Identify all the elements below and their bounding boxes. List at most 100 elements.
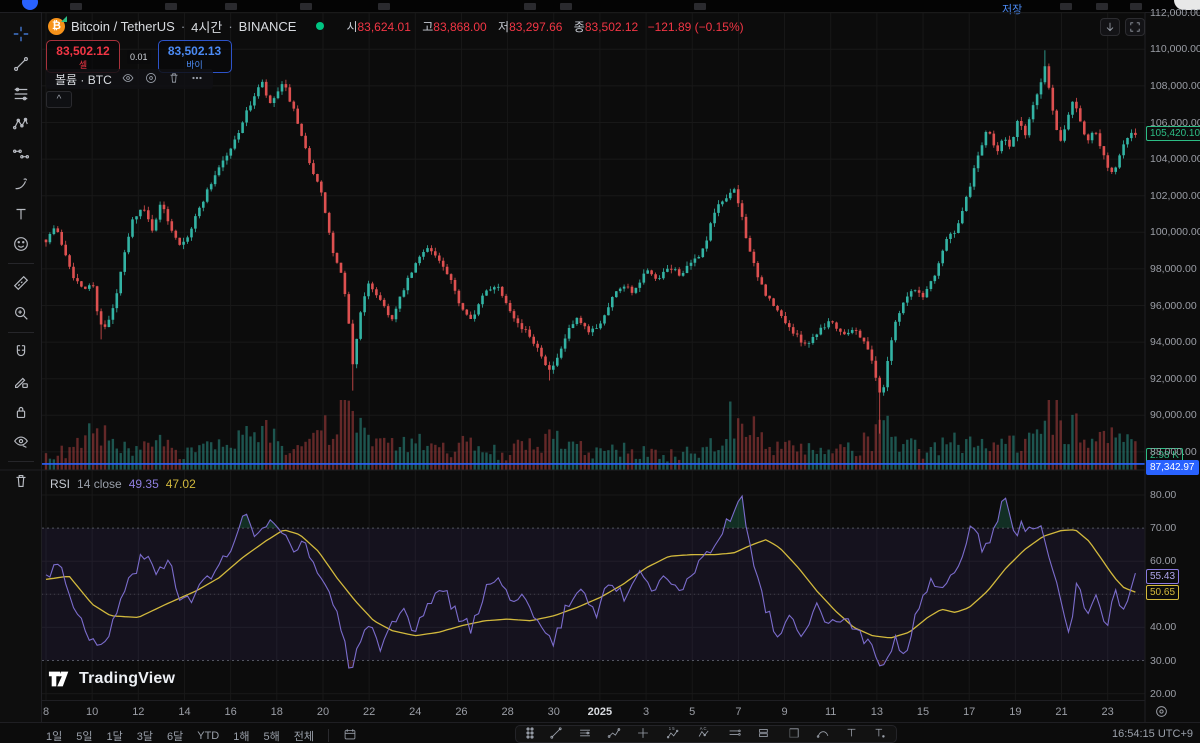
emoji-icon[interactable] bbox=[4, 229, 38, 259]
indicators-icon[interactable] bbox=[378, 3, 390, 10]
collapse-legend-button[interactable]: ^ bbox=[46, 91, 72, 108]
tradingview-brand-text: TradingView bbox=[79, 670, 175, 688]
crosshair-icon[interactable] bbox=[4, 19, 38, 49]
symbol-title[interactable]: Bitcoin / TetherUS bbox=[71, 19, 175, 34]
eye-icon[interactable] bbox=[121, 71, 135, 88]
zoom-in-icon[interactable] bbox=[4, 298, 38, 328]
curve-fav-icon[interactable] bbox=[816, 726, 830, 743]
price-axis[interactable]: 105,420.10 2.98 K 87,342.97 55.43 50.65 … bbox=[1146, 13, 1200, 700]
rsi-ma-value: 47.02 bbox=[166, 477, 196, 491]
rsi-tick-label: 20.00 bbox=[1150, 688, 1176, 700]
hide-all-icon[interactable] bbox=[4, 427, 38, 457]
more-options-icon[interactable] bbox=[190, 71, 204, 88]
prediction-icon[interactable] bbox=[4, 139, 38, 169]
range-5y[interactable]: 5해 bbox=[264, 728, 280, 743]
time-tick-label: 10 bbox=[86, 706, 98, 718]
favorites-drawing-toolbar: 1 5 A C bbox=[515, 725, 897, 743]
time-tick-label: 15 bbox=[917, 706, 929, 718]
drawing-mode-icon[interactable] bbox=[4, 367, 38, 397]
time-tick-label: 9 bbox=[781, 706, 787, 718]
brush-icon[interactable] bbox=[4, 169, 38, 199]
range-all[interactable]: 전체 bbox=[294, 728, 314, 743]
market-status-dot[interactable] bbox=[316, 22, 324, 30]
magnet-icon[interactable] bbox=[4, 337, 38, 367]
grid-layout-icon[interactable] bbox=[524, 3, 536, 10]
time-tick-label: 30 bbox=[548, 706, 560, 718]
price-tick-label: 90,000.00 bbox=[1150, 409, 1197, 421]
time-tick-label: 12 bbox=[132, 706, 144, 718]
range-ytd[interactable]: YTD bbox=[197, 730, 219, 742]
rsi-title[interactable]: RSI bbox=[50, 477, 70, 491]
ruler-icon[interactable] bbox=[4, 268, 38, 298]
date-range-switcher: 1일 5일 1달 3달 6달 YTD 1해 5해 전체 bbox=[46, 727, 357, 743]
text-tool-icon[interactable] bbox=[4, 199, 38, 229]
timezone-target-icon[interactable] bbox=[1154, 704, 1169, 722]
lock-all-icon[interactable] bbox=[4, 397, 38, 427]
time-tick-label: 28 bbox=[501, 706, 513, 718]
rsi-value-label: 55.43 bbox=[1146, 569, 1179, 584]
range-3m[interactable]: 3달 bbox=[137, 728, 153, 743]
chart-canvas[interactable] bbox=[0, 0, 1200, 743]
volume-legend-title[interactable]: 볼륨 · BTC bbox=[55, 71, 112, 88]
interval-label[interactable]: 4시간 bbox=[191, 17, 222, 36]
fib-retracement-icon[interactable] bbox=[4, 79, 38, 109]
price-tick-label: 110,000.00 bbox=[1150, 43, 1200, 55]
save-button[interactable]: 저장 bbox=[1002, 1, 1022, 17]
time-tick-label: 21 bbox=[1055, 706, 1067, 718]
quick-search-icon[interactable] bbox=[1060, 3, 1072, 10]
svg-text:1 5: 1 5 bbox=[669, 726, 675, 731]
range-1m[interactable]: 1달 bbox=[107, 728, 123, 743]
trend-line-icon[interactable] bbox=[4, 49, 38, 79]
remove-all-icon[interactable] bbox=[4, 466, 38, 496]
range-1y[interactable]: 1해 bbox=[233, 728, 249, 743]
scroll-to-recent-button[interactable] bbox=[1100, 18, 1120, 36]
price-tick-label: 96,000.00 bbox=[1150, 300, 1197, 312]
maximize-pane-button[interactable] bbox=[1125, 18, 1145, 36]
time-tick-label: 18 bbox=[271, 706, 283, 718]
time-tick-label: 13 bbox=[871, 706, 883, 718]
price-tick-label: 98,000.00 bbox=[1150, 263, 1197, 275]
settings-icon[interactable] bbox=[1096, 3, 1108, 10]
range-6m[interactable]: 6달 bbox=[167, 728, 183, 743]
tradingview-chart-window: 저장 ₿ Bitcoin / TetherUS · 4시간 bbox=[0, 0, 1200, 743]
elliott-wave-fav-icon[interactable]: 1 5 bbox=[665, 726, 681, 743]
account-avatar[interactable] bbox=[22, 0, 38, 10]
candles-style-icon[interactable] bbox=[225, 3, 237, 10]
replay-icon[interactable] bbox=[694, 3, 706, 10]
pattern-abc-fav-icon[interactable]: A C bbox=[696, 726, 712, 743]
go-to-date-icon[interactable] bbox=[343, 727, 357, 743]
horizontal-lines-fav-icon[interactable] bbox=[578, 726, 592, 743]
delete-indicator-icon[interactable] bbox=[167, 71, 181, 88]
drag-handle-icon[interactable] bbox=[526, 727, 534, 742]
symbol-search-icon[interactable] bbox=[70, 3, 82, 10]
time-axis[interactable]: 8101214161820222426283020253579111315171… bbox=[42, 700, 1145, 722]
long-position-fav-icon[interactable] bbox=[727, 726, 742, 743]
fullscreen-icon[interactable] bbox=[1130, 3, 1142, 10]
compare-icon[interactable] bbox=[300, 3, 312, 10]
time-tick-label: 26 bbox=[455, 706, 467, 718]
trend-line-fav-icon[interactable] bbox=[549, 726, 563, 743]
range-5d[interactable]: 5일 bbox=[76, 728, 92, 743]
ohlc-values: 시83,624.01 고83,868.00 저83,297.66 종83,502… bbox=[338, 18, 743, 35]
text-fav-icon[interactable] bbox=[845, 726, 858, 742]
session-clock[interactable]: 16:54:15 UTC+9 bbox=[1112, 728, 1193, 740]
exchange-label[interactable]: BINANCE bbox=[239, 19, 297, 34]
xabcd-pattern-icon[interactable] bbox=[4, 109, 38, 139]
rsi-tick-label: 80.00 bbox=[1150, 489, 1176, 501]
price-tick-label: 102,000.00 bbox=[1150, 190, 1200, 202]
interval-menu-icon[interactable] bbox=[165, 3, 177, 10]
path-fav-icon[interactable] bbox=[607, 726, 621, 743]
price-tick-label: 104,000.00 bbox=[1150, 153, 1200, 165]
settings-bullseye-icon[interactable] bbox=[144, 71, 158, 88]
cross-fav-icon[interactable] bbox=[636, 726, 650, 743]
rectangle-fav-icon[interactable] bbox=[787, 726, 801, 743]
short-position-fav-icon[interactable] bbox=[757, 726, 772, 743]
anchored-text-fav-icon[interactable] bbox=[873, 726, 886, 742]
top-toolbar[interactable]: 저장 bbox=[0, 0, 1200, 13]
time-tick-label: 11 bbox=[825, 706, 836, 718]
rsi-indicator-legend: RSI 14 close 49.35 47.02 bbox=[50, 477, 196, 491]
alert-icon[interactable] bbox=[560, 3, 572, 10]
range-1d[interactable]: 1일 bbox=[46, 728, 62, 743]
tradingview-logo-icon bbox=[48, 668, 72, 690]
price-tick-label: 100,000.00 bbox=[1150, 226, 1200, 238]
